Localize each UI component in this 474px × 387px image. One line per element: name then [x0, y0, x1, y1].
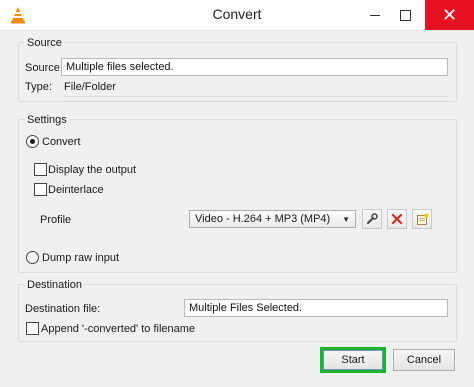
append-converted-checkbox[interactable] [26, 322, 39, 335]
destination-group-title: Destination [24, 279, 86, 291]
type-value: File/Folder [64, 81, 116, 93]
title-bar: Convert ✕ [0, 0, 474, 31]
destination-file-field[interactable]: Multiple Files Selected. [184, 299, 448, 317]
convert-radio-label: Convert [42, 136, 81, 148]
convert-radio[interactable] [26, 135, 39, 148]
start-button-highlight: Start [320, 347, 386, 373]
delete-x-icon [391, 213, 403, 225]
close-button[interactable]: ✕ [425, 0, 474, 30]
settings-group-title: Settings [24, 114, 70, 126]
destination-file-label: Destination file: [25, 303, 101, 315]
minimize-icon [369, 14, 380, 16]
profile-label: Profile [40, 214, 72, 226]
new-profile-button[interactable] [412, 209, 432, 229]
append-converted-label: Append '-converted' to filename [41, 323, 196, 335]
delete-profile-button[interactable] [387, 209, 407, 229]
dump-raw-radio[interactable] [26, 251, 39, 264]
profile-select[interactable]: Video - H.264 + MP3 (MP4) ▼ [189, 210, 356, 228]
settings-group: Settings [18, 114, 457, 273]
profile-select-value: Video - H.264 + MP3 (MP4) [195, 213, 331, 225]
chevron-down-icon: ▼ [342, 215, 350, 224]
convert-dialog: Convert ✕ Source Source: Multiple files … [0, 0, 474, 387]
source-group-title: Source [24, 37, 65, 49]
display-output-checkbox[interactable] [34, 163, 47, 176]
source-label: Source: [25, 62, 63, 74]
wrench-icon [367, 213, 378, 224]
maximize-icon [400, 9, 411, 21]
source-divider [64, 96, 448, 97]
dump-raw-label: Dump raw input [42, 252, 120, 264]
cancel-button[interactable]: Cancel [393, 349, 455, 371]
display-output-label: Display the output [48, 164, 137, 176]
deinterlace-label: Deinterlace [48, 184, 104, 196]
deinterlace-checkbox[interactable] [34, 183, 47, 196]
start-button[interactable]: Start [323, 350, 383, 370]
new-profile-icon [416, 213, 428, 225]
maximize-button[interactable] [383, 0, 428, 30]
type-label: Type: [25, 81, 52, 93]
source-field[interactable]: Multiple files selected. [61, 58, 448, 76]
edit-profile-button[interactable] [362, 209, 382, 229]
close-icon: ✕ [441, 4, 458, 25]
